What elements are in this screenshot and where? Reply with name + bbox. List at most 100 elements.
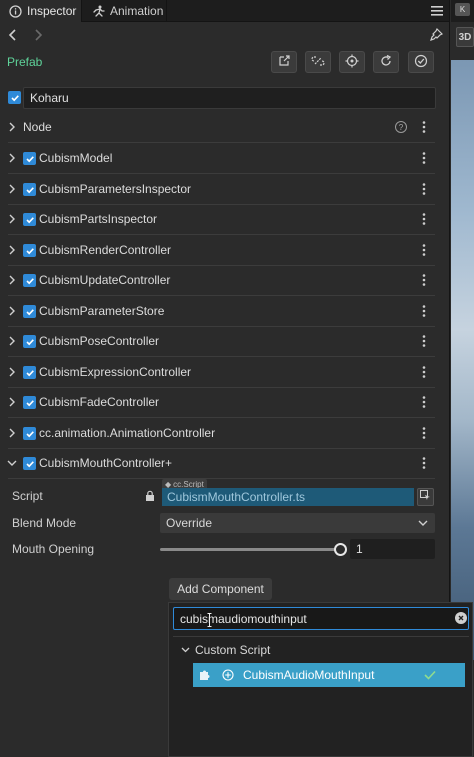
asset-locate-button[interactable] xyxy=(417,488,434,506)
tab-animation-label: Animation xyxy=(110,4,164,18)
divider xyxy=(8,478,435,479)
chevron-right-icon[interactable] xyxy=(6,152,18,164)
viewport-k-icon[interactable]: K xyxy=(455,3,470,16)
hamburger-menu-icon[interactable] xyxy=(430,4,444,18)
pin-icon[interactable] xyxy=(429,27,444,42)
component-row-cubism-pose-controller[interactable]: CubismPoseController xyxy=(0,326,449,356)
component-row-cubism-model[interactable]: CubismModel xyxy=(0,143,449,173)
node-section-label: Node xyxy=(23,120,52,134)
component-enabled-checkbox[interactable] xyxy=(23,244,36,257)
tab-inspector[interactable]: Inspector xyxy=(0,0,82,22)
component-enabled-checkbox[interactable] xyxy=(23,366,36,379)
node-active-checkbox[interactable] xyxy=(8,91,21,104)
more-options-icon[interactable] xyxy=(419,365,429,379)
chevron-right-icon[interactable] xyxy=(6,183,18,195)
prefab-label: Prefab xyxy=(7,55,43,69)
component-row-cubism-fade-controller[interactable]: CubismFadeController xyxy=(0,387,449,417)
runner-icon xyxy=(91,4,105,18)
component-enabled-checkbox[interactable] xyxy=(23,335,36,348)
component-enabled-checkbox[interactable] xyxy=(23,213,36,226)
component-row-cubism-parameter-store[interactable]: CubismParameterStore xyxy=(0,296,449,326)
clear-search-icon[interactable] xyxy=(455,612,467,624)
category-label: Custom Script xyxy=(195,643,271,657)
info-icon xyxy=(8,4,22,18)
scene-preview xyxy=(451,60,474,660)
more-options-icon[interactable] xyxy=(419,304,429,318)
more-options-icon[interactable] xyxy=(419,182,429,196)
script-label: Script xyxy=(12,489,43,503)
text-cursor-icon xyxy=(207,613,212,627)
back-arrow-icon[interactable] xyxy=(6,28,20,42)
blend-mode-select[interactable]: Override xyxy=(160,513,435,533)
chevron-right-icon[interactable] xyxy=(6,396,18,408)
mouth-opening-slider[interactable] xyxy=(160,548,341,551)
component-row-animation-controller[interactable]: cc.animation.AnimationController xyxy=(0,418,449,448)
component-row-cubism-update-controller[interactable]: CubismUpdateController xyxy=(0,265,449,295)
more-options-icon[interactable] xyxy=(419,334,429,348)
script-asset-field[interactable]: CubismMouthController.ts xyxy=(162,488,414,506)
slider-handle[interactable] xyxy=(334,543,347,556)
component-search-input[interactable]: cubismaudiomouthinput xyxy=(173,607,469,630)
prefab-apply-button[interactable] xyxy=(408,51,434,73)
chevron-down-icon[interactable] xyxy=(6,457,18,469)
component-row-cubism-render-controller[interactable]: CubismRenderController xyxy=(0,235,449,265)
more-options-icon[interactable] xyxy=(419,456,429,470)
chevron-right-icon[interactable] xyxy=(6,274,18,286)
prefab-revert-button[interactable] xyxy=(373,51,399,73)
puzzle-icon xyxy=(198,668,212,682)
component-row-cubism-parameters-inspector[interactable]: CubismParametersInspector xyxy=(0,174,449,204)
revert-icon xyxy=(379,54,393,71)
mouth-opening-input[interactable]: 1 xyxy=(350,539,435,559)
more-options-icon[interactable] xyxy=(419,395,429,409)
chevron-right-icon[interactable] xyxy=(6,244,18,256)
chevron-right-icon[interactable] xyxy=(6,366,18,378)
component-enabled-checkbox[interactable] xyxy=(23,396,36,409)
component-label: CubismPartsInspector xyxy=(39,212,158,226)
blend-mode-value: Override xyxy=(166,516,213,530)
search-result-item[interactable]: CubismAudioMouthInput xyxy=(193,663,465,687)
component-label: CubismRenderController xyxy=(39,243,172,257)
navigation-row xyxy=(0,22,449,48)
script-asset-value: CubismMouthController.ts xyxy=(167,490,306,504)
component-row-cubism-mouth-controller[interactable]: CubismMouthController+ xyxy=(0,448,449,478)
mouth-opening-label: Mouth Opening xyxy=(12,542,95,556)
prefab-edit-button[interactable] xyxy=(271,51,297,73)
chevron-right-icon[interactable] xyxy=(6,121,18,133)
prefab-unlink-button[interactable] xyxy=(305,51,331,73)
more-options-icon[interactable] xyxy=(419,151,429,165)
chevron-right-icon[interactable] xyxy=(6,213,18,225)
forward-arrow-icon[interactable] xyxy=(31,28,45,42)
node-section-row[interactable]: Node xyxy=(0,112,449,142)
locate-icon xyxy=(345,54,359,71)
node-name-input[interactable]: Koharu xyxy=(23,87,436,109)
component-enabled-checkbox[interactable] xyxy=(23,152,36,165)
chevron-down-icon xyxy=(417,517,429,529)
more-options-icon[interactable] xyxy=(419,120,429,134)
component-row-cubism-parts-inspector[interactable]: CubismPartsInspector xyxy=(0,204,449,234)
panel-tab-bar: Inspector Animation xyxy=(0,0,449,22)
more-options-icon[interactable] xyxy=(419,426,429,440)
component-enabled-checkbox[interactable] xyxy=(23,183,36,196)
category-custom-script[interactable]: Custom Script xyxy=(173,640,469,660)
edit-icon xyxy=(278,54,291,70)
search-result-label: CubismAudioMouthInput xyxy=(243,668,375,682)
prefab-locate-button[interactable] xyxy=(339,51,365,73)
tab-animation[interactable]: Animation xyxy=(83,0,167,22)
view-3d-button[interactable]: 3D xyxy=(456,27,474,47)
component-enabled-checkbox[interactable] xyxy=(23,274,36,287)
more-options-icon[interactable] xyxy=(419,273,429,287)
component-enabled-checkbox[interactable] xyxy=(23,427,36,440)
chevron-right-icon[interactable] xyxy=(6,427,18,439)
pointer-select-icon xyxy=(420,490,431,504)
more-options-icon[interactable] xyxy=(419,212,429,226)
unlink-icon xyxy=(311,54,325,71)
chevron-right-icon[interactable] xyxy=(6,305,18,317)
add-component-button[interactable]: Add Component xyxy=(169,578,272,600)
component-enabled-checkbox[interactable] xyxy=(23,457,36,470)
component-row-cubism-expression-controller[interactable]: CubismExpressionController xyxy=(0,357,449,387)
more-options-icon[interactable] xyxy=(419,243,429,257)
add-circle-icon xyxy=(222,669,234,681)
component-enabled-checkbox[interactable] xyxy=(23,305,36,318)
help-icon[interactable]: ? xyxy=(395,121,407,133)
chevron-right-icon[interactable] xyxy=(6,335,18,347)
